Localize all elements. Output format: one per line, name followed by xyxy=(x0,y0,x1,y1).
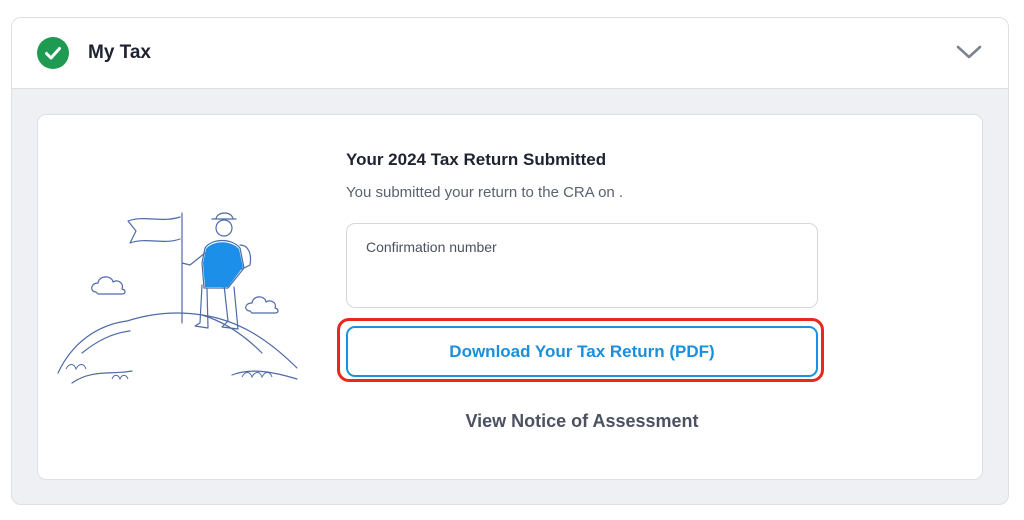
confirmation-number-field[interactable]: Confirmation number xyxy=(346,223,818,308)
tax-return-card: Your 2024 Tax Return Submitted You submi… xyxy=(37,114,983,480)
hiker-with-flag-illustration xyxy=(57,212,298,384)
panel-header[interactable]: My Tax xyxy=(12,18,1008,89)
view-notice-of-assessment-link[interactable]: View Notice of Assessment xyxy=(346,411,818,432)
return-submitted-heading: Your 2024 Tax Return Submitted xyxy=(346,150,607,169)
panel-title: My Tax xyxy=(88,42,152,63)
submission-subtext: You submitted your return to the CRA on … xyxy=(346,184,624,201)
chevron-down-icon[interactable] xyxy=(956,44,982,65)
my-tax-panel: My Tax Your 2024 Tax Return Submitted Yo… xyxy=(11,17,1009,505)
download-tax-return-button[interactable]: Download Your Tax Return (PDF) xyxy=(346,326,818,377)
check-circle-icon xyxy=(37,37,69,69)
confirmation-number-label: Confirmation number xyxy=(366,239,497,255)
